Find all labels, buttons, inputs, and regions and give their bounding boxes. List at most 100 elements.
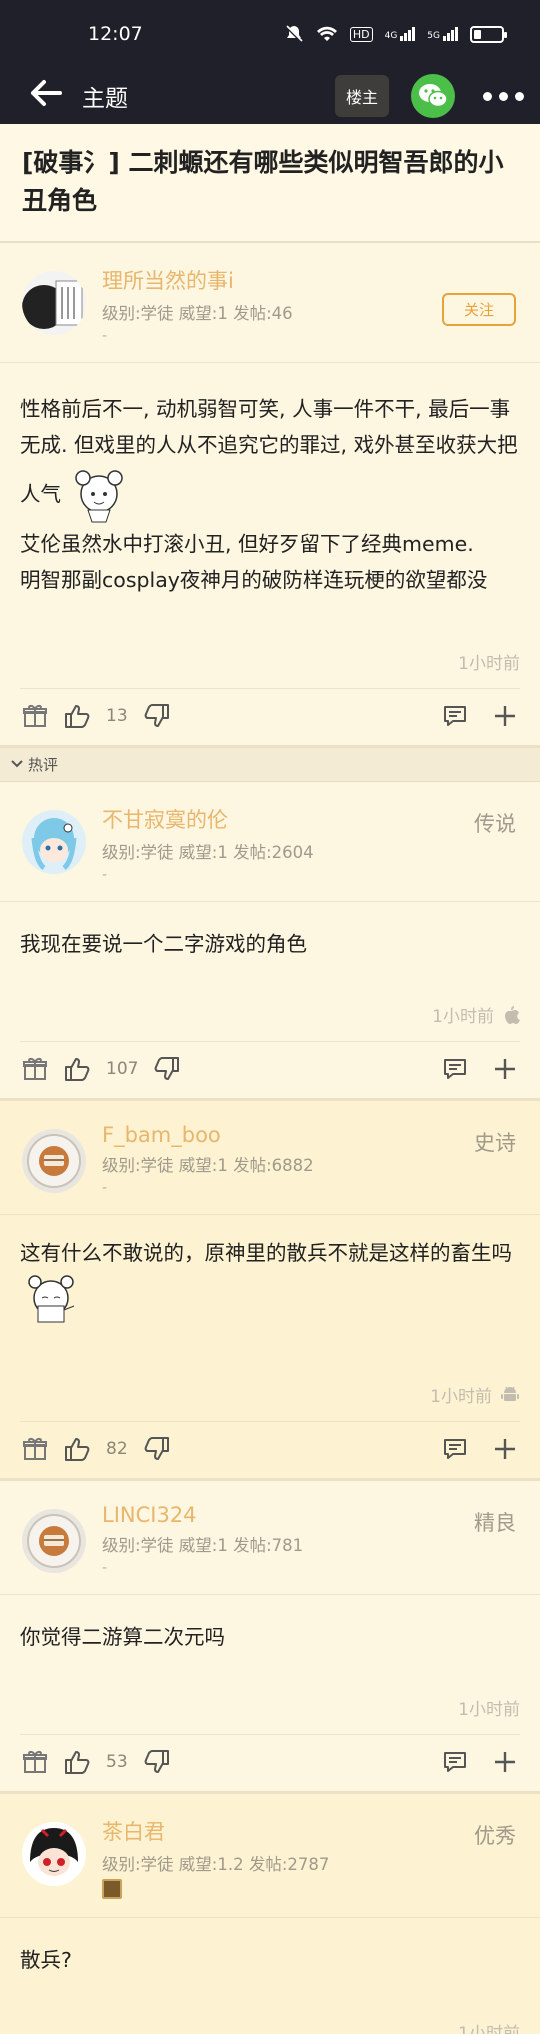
hd-icon: HD bbox=[349, 26, 373, 42]
post-text: 我现在要说一个二字游戏的角色 bbox=[20, 931, 307, 956]
signal-5g-icon: 5G bbox=[427, 27, 458, 41]
post-text-2: 艾伦虽然水中打滚小丑, 但好歹留下了经典meme. bbox=[20, 531, 474, 556]
post-time-text: 1小时前 bbox=[458, 2023, 520, 2034]
like-count: 53 bbox=[106, 1752, 128, 1773]
avatar[interactable] bbox=[22, 1129, 86, 1194]
post-time-text: 1小时前 bbox=[432, 1007, 494, 1028]
sticker-image bbox=[68, 464, 130, 526]
author-name[interactable]: F_bam_boo bbox=[102, 1123, 518, 1147]
post-time: 1小时前 bbox=[0, 2019, 540, 2034]
post-author: 茶白君 级别:学徒 威望:1.2 发帖:2787 优秀 bbox=[0, 1794, 540, 1919]
signal-5g-label: 5G bbox=[427, 31, 440, 41]
post-text: 这有什么不敢说的，原神里的散兵不就是这样的畜生吗 bbox=[20, 1241, 512, 1266]
author-name[interactable]: LINCI324 bbox=[102, 1503, 518, 1527]
page-title: 主题 bbox=[82, 86, 128, 112]
comment-icon[interactable] bbox=[442, 1749, 468, 1775]
post-actions: 107 bbox=[20, 1041, 520, 1098]
post-author: F_bam_boo 级别:学徒 威望:1 发帖:6882 - 史诗 bbox=[0, 1101, 540, 1216]
status-bar: 12:07 HD 4G 5G bbox=[0, 0, 540, 68]
author-name[interactable]: 理所当然的事i bbox=[102, 265, 518, 295]
post-actions: 53 bbox=[20, 1734, 520, 1791]
comment-icon[interactable] bbox=[442, 1056, 468, 1082]
rank-badge: 优秀 bbox=[474, 1824, 516, 1849]
post-actions: 82 bbox=[20, 1420, 520, 1478]
thumbs-down-icon[interactable] bbox=[144, 1436, 170, 1462]
hot-comments-header[interactable]: 热评 bbox=[0, 747, 540, 782]
post-content: 我现在要说一个二字游戏的角色 bbox=[0, 902, 540, 980]
plus-icon[interactable] bbox=[492, 1436, 518, 1462]
back-arrow-icon[interactable] bbox=[30, 79, 62, 113]
mute-bell-icon bbox=[284, 24, 303, 44]
post-author: 不甘寂寞的伦 级别:学徒 威望:1 发帖:2604 - 传说 bbox=[0, 782, 540, 902]
gift-icon[interactable] bbox=[22, 1749, 48, 1775]
top-app-bar: 主题 楼主 bbox=[0, 68, 540, 124]
thumbs-up-icon[interactable] bbox=[64, 703, 90, 729]
like-count: 107 bbox=[106, 1059, 139, 1080]
signal-4g-label: 4G bbox=[384, 31, 398, 41]
avatar[interactable] bbox=[22, 1822, 86, 1887]
author-meta: 级别:学徒 威望:1 发帖:6882 bbox=[102, 1156, 314, 1176]
rank-badge: 史诗 bbox=[474, 1131, 516, 1156]
like-count: 13 bbox=[106, 705, 128, 726]
post-time: 1小时前 bbox=[0, 1382, 540, 1421]
comment-icon[interactable] bbox=[442, 703, 468, 729]
wifi-icon bbox=[316, 26, 337, 41]
thumbs-down-icon[interactable] bbox=[144, 703, 170, 729]
thumbs-down-icon[interactable] bbox=[154, 1056, 180, 1082]
reply-post: 茶白君 级别:学徒 威望:1.2 发帖:2787 优秀 散兵? 1小时前 bbox=[0, 1794, 540, 2034]
chevron-down-icon bbox=[11, 760, 23, 768]
follow-button[interactable]: 关注 bbox=[441, 293, 516, 326]
post-author: LINCI324 级别:学徒 威望:1 发帖:781 - 精良 bbox=[0, 1481, 540, 1595]
comment-icon[interactable] bbox=[442, 1436, 468, 1462]
more-menu-button[interactable] bbox=[483, 91, 524, 101]
plus-icon[interactable] bbox=[492, 1056, 518, 1082]
post-content: 你觉得二游算二次元吗 bbox=[0, 1595, 540, 1673]
post-actions: 13 bbox=[20, 687, 520, 745]
post-time-text: 1小时前 bbox=[458, 653, 520, 674]
plus-icon[interactable] bbox=[492, 703, 518, 729]
post-time-text: 1小时前 bbox=[458, 1700, 520, 1721]
signal-4g-icon: 4G bbox=[385, 27, 416, 41]
gift-icon[interactable] bbox=[22, 1056, 48, 1082]
rank-badge: 精良 bbox=[474, 1510, 516, 1535]
reply-post: LINCI324 级别:学徒 威望:1 发帖:781 - 精良 你觉得二游算二次… bbox=[0, 1481, 540, 1795]
only-op-button[interactable]: 楼主 bbox=[334, 75, 389, 117]
post-content: 这有什么不敢说的，原神里的散兵不就是这样的畜生吗 bbox=[0, 1215, 540, 1351]
thumbs-down-icon[interactable] bbox=[144, 1749, 170, 1775]
author-meta: 级别:学徒 威望:1 发帖:2604 bbox=[102, 842, 314, 862]
author-signature: - bbox=[102, 866, 108, 883]
author-name[interactable]: 茶白君 bbox=[102, 1816, 518, 1846]
gift-icon[interactable] bbox=[22, 703, 48, 729]
medal-badge-icon bbox=[102, 1879, 122, 1900]
gift-icon[interactable] bbox=[22, 1436, 48, 1462]
avatar[interactable] bbox=[22, 809, 86, 874]
like-count: 82 bbox=[106, 1438, 128, 1459]
post-text-3: 明智那副cosplay夜神月的破防样连玩梗的欲望都没 bbox=[20, 568, 488, 593]
author-meta: 级别:学徒 威望:1 发帖:781 bbox=[102, 1535, 304, 1555]
avatar[interactable] bbox=[22, 271, 86, 335]
avatar[interactable] bbox=[22, 1508, 86, 1573]
author-signature: - bbox=[102, 328, 108, 344]
post-content: 性格前后不一, 动机弱智可笑, 人事一件不干, 最后一事无成. 但戏里的人从不追… bbox=[0, 363, 540, 617]
post-time: 1小时前 bbox=[0, 1002, 540, 1041]
wechat-share-button[interactable] bbox=[411, 74, 455, 118]
android-icon bbox=[501, 1387, 519, 1402]
thumbs-up-icon[interactable] bbox=[64, 1749, 90, 1775]
post-text: 你觉得二游算二次元吗 bbox=[20, 1624, 225, 1649]
post-content: 散兵? bbox=[0, 1918, 540, 1996]
hot-comments-label: 热评 bbox=[28, 755, 59, 774]
post-author: 理所当然的事i 级别:学徒 威望:1 发帖:46 - 关注 bbox=[0, 243, 540, 363]
author-name[interactable]: 不甘寂寞的伦 bbox=[102, 804, 518, 834]
plus-icon[interactable] bbox=[492, 1749, 518, 1775]
thumbs-up-icon[interactable] bbox=[64, 1056, 90, 1082]
author-signature: - bbox=[102, 1559, 108, 1576]
battery-icon bbox=[470, 25, 507, 43]
sticker-image bbox=[20, 1272, 82, 1334]
post-time: 1小时前 bbox=[0, 1695, 540, 1734]
post-text: 散兵? bbox=[20, 1948, 72, 1973]
post-time-text: 1小时前 bbox=[430, 1386, 492, 1407]
thumbs-up-icon[interactable] bbox=[64, 1436, 90, 1462]
thread-title: [破事氵] 二刺螈还有哪些类似明智吾郎的小丑角色 bbox=[0, 124, 540, 243]
rank-badge: 传说 bbox=[474, 811, 516, 836]
reply-post: F_bam_boo 级别:学徒 威望:1 发帖:6882 - 史诗 这有什么不敢… bbox=[0, 1101, 540, 1481]
